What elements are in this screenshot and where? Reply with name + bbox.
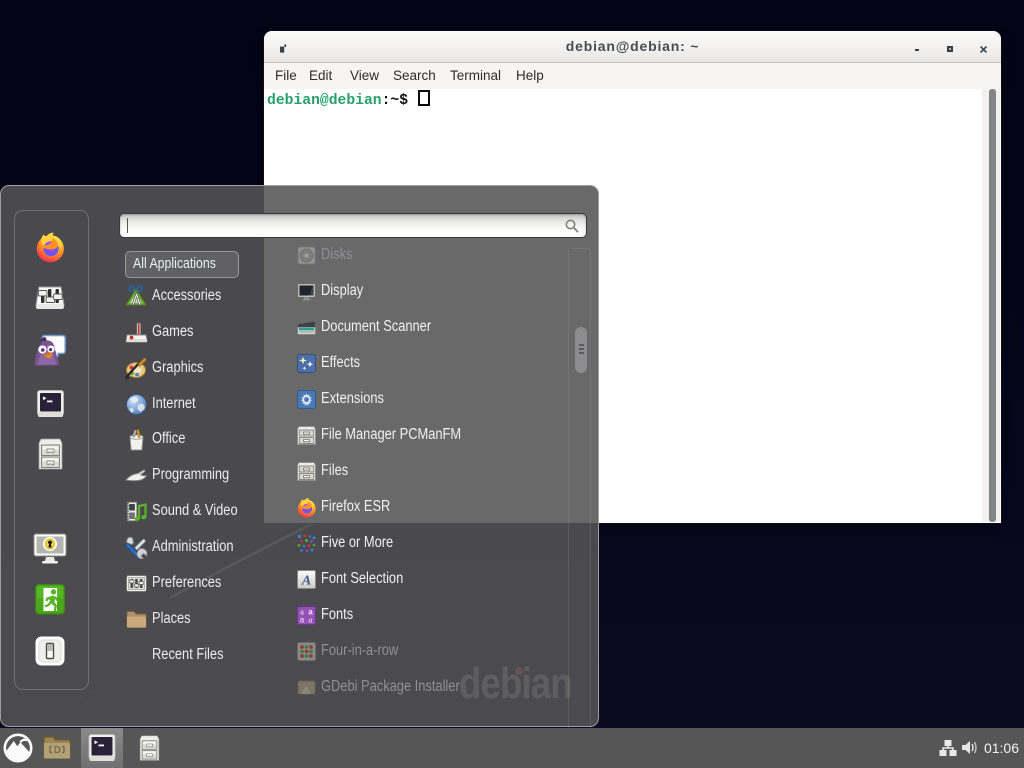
svg-text:a: a xyxy=(300,616,305,625)
svg-text:A: A xyxy=(301,574,311,589)
svg-text:a: a xyxy=(308,615,312,625)
